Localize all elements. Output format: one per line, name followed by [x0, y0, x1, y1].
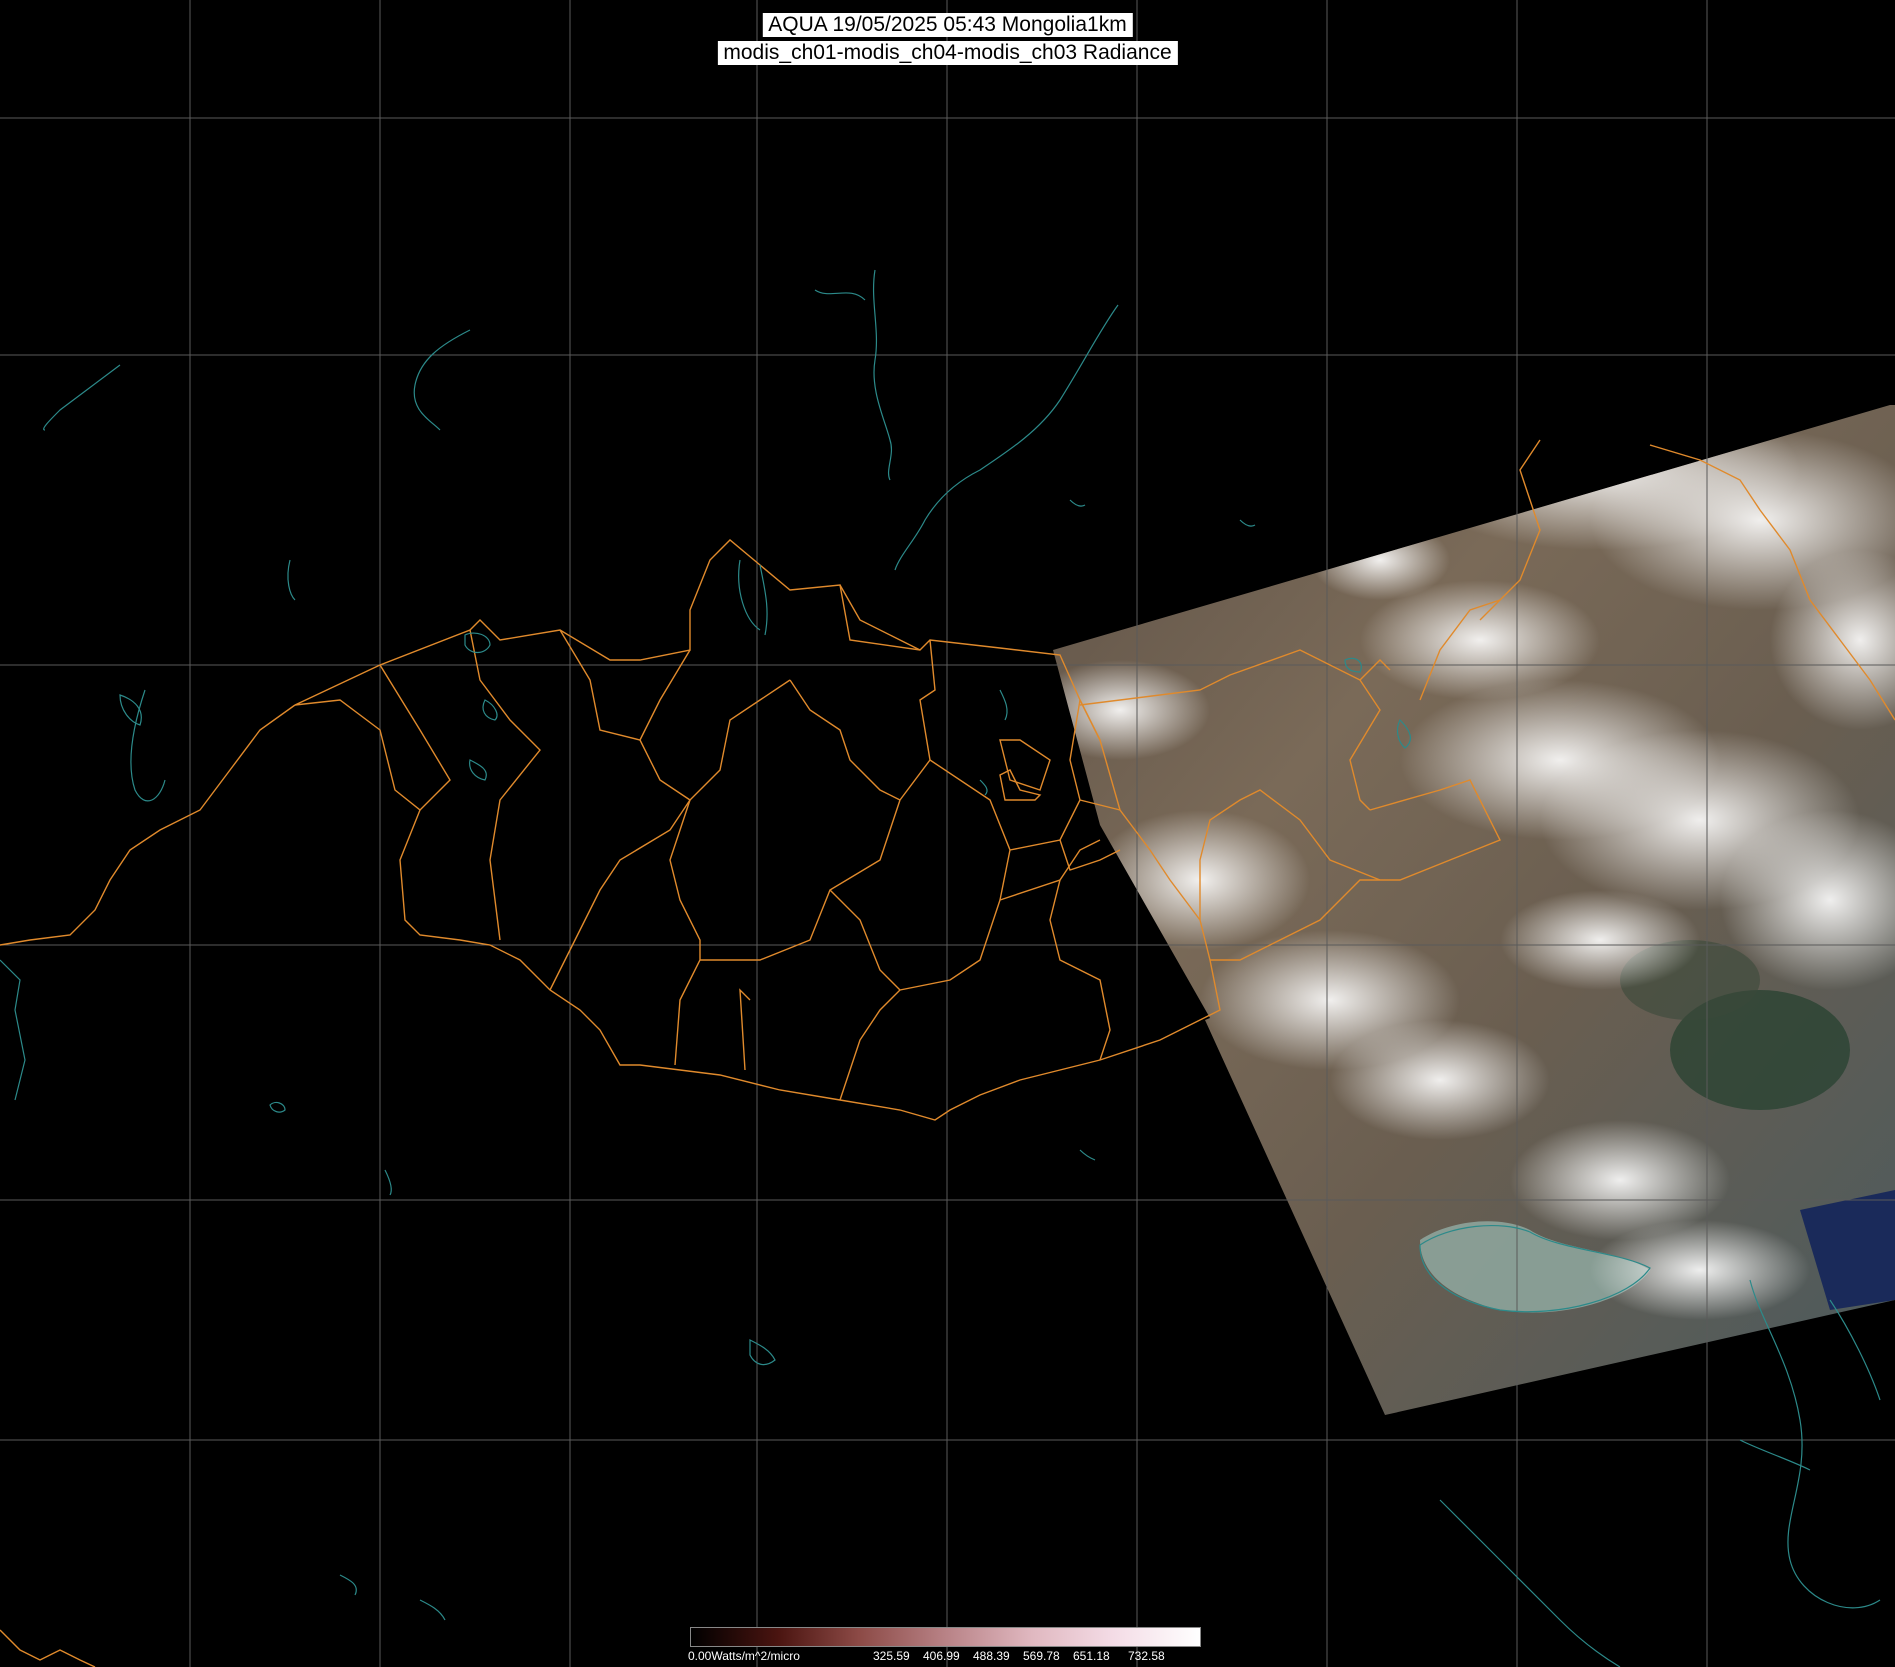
satellite-map: [0, 0, 1895, 1667]
legend-tick-label: 569.78: [1023, 1649, 1060, 1663]
legend-tick-label: 651.18: [1073, 1649, 1110, 1663]
legend-gradient-bar: [690, 1627, 1201, 1647]
legend-tick-label: 325.59: [873, 1649, 910, 1663]
map-title: AQUA 19/05/2025 05:43 Mongolia1km: [762, 13, 1133, 37]
map-subtitle: modis_ch01-modis_ch04-modis_ch03 Radianc…: [717, 41, 1178, 65]
legend-tick-label: 488.39: [973, 1649, 1010, 1663]
legend-min-label: 0.00Watts/m^2/micro: [688, 1649, 800, 1663]
color-scale-legend: 0.00Watts/m^2/micro 325.59 406.99 488.39…: [688, 1627, 1203, 1667]
legend-tick-label: 406.99: [923, 1649, 960, 1663]
legend-tick-label: 732.58: [1128, 1649, 1165, 1663]
